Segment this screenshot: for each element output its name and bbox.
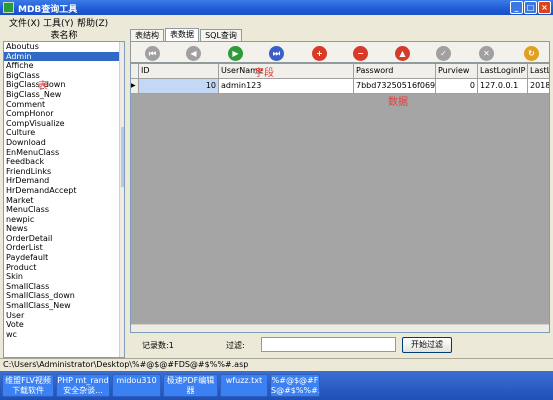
column-header-id[interactable]: ID	[139, 64, 219, 79]
table-list-item[interactable]: FriendLinks	[4, 167, 124, 177]
table-list[interactable]: Aboutus Admin Affiche BigClass BigClass_down…	[3, 41, 125, 358]
start-filter-button[interactable]: 开始过滤	[402, 337, 452, 353]
table-list-item[interactable]: EnMenuClass	[4, 148, 124, 158]
table-list-item[interactable]: SmallClass_New	[4, 301, 124, 311]
grid-cell[interactable]: 2018/2	[528, 79, 549, 94]
post-icon[interactable]: ✓	[436, 46, 451, 61]
table-list-item[interactable]: Product	[4, 263, 124, 273]
filter-label: 过滤:	[226, 341, 245, 350]
table-row[interactable]: ▶ 10 admin123 7bbd73250516f069 0 127.0.0.1 201…	[131, 79, 549, 94]
table-list-item[interactable]: Culture	[4, 128, 124, 138]
table-list-item[interactable]: SmallClass	[4, 282, 124, 292]
tab-structure[interactable]: 表结构	[130, 29, 164, 41]
grid-cell[interactable]: admin123	[219, 79, 354, 94]
data-grid[interactable]: ID UserName Password Purview LastLoginIP Last…	[130, 63, 550, 333]
table-list-item[interactable]: OrderDetail	[4, 234, 124, 244]
table-list-item[interactable]: newpic	[4, 215, 124, 225]
cancel-icon[interactable]: ✕	[479, 46, 494, 61]
edit-icon[interactable]: ▲	[395, 46, 410, 61]
next-icon[interactable]: ▶	[228, 46, 243, 61]
window-title: MDB查询工具	[18, 5, 78, 15]
taskbar-item[interactable]: 维盟FLV视频下载软件	[2, 374, 54, 397]
grid-cell[interactable]: 127.0.0.1	[478, 79, 528, 94]
list-scrollbar[interactable]	[119, 42, 124, 357]
grid-cell[interactable]: 7bbd73250516f069	[354, 79, 436, 94]
table-list-item[interactable]: Paydefault	[4, 253, 124, 263]
menu-bar: 文件(X) 工具(Y) 帮助(Z)	[0, 15, 553, 29]
table-list-item[interactable]: BigClass	[4, 71, 124, 81]
grid-cell[interactable]: 10	[139, 79, 219, 94]
table-list-item[interactable]: CompVisualize	[4, 119, 124, 129]
table-list-item[interactable]: MenuClass	[4, 205, 124, 215]
taskbar-item[interactable]: %#@$@#F S@#$%%#...	[270, 374, 320, 397]
refresh-icon[interactable]: ↻	[524, 46, 539, 61]
first-icon[interactable]: ⏮	[145, 46, 160, 61]
table-list-item[interactable]: Skin	[4, 272, 124, 282]
record-count: 记录数:1	[142, 341, 174, 350]
filter-input[interactable]	[261, 337, 396, 352]
table-list-item[interactable]: News	[4, 224, 124, 234]
grid-corner	[131, 64, 139, 79]
table-list-item[interactable]: BigClass_down	[4, 80, 124, 90]
table-list-item[interactable]: Admin	[4, 51, 124, 62]
table-list-header: 表名称	[50, 31, 78, 41]
table-list-item[interactable]: Feedback	[4, 157, 124, 167]
grid-cell[interactable]: 0	[436, 79, 478, 94]
table-list-item[interactable]: Vote	[4, 320, 124, 330]
last-icon[interactable]: ⏭	[269, 46, 284, 61]
table-list-item[interactable]: wc	[4, 330, 124, 340]
minimize-button[interactable]: _	[510, 1, 523, 14]
table-list-item[interactable]: User	[4, 311, 124, 321]
grid-horizontal-scrollbar[interactable]	[131, 324, 549, 332]
taskbar-item[interactable]: wfuzz.txt	[220, 374, 268, 397]
taskbar-item[interactable]: midou310	[112, 374, 161, 397]
annotation-data: 数据	[388, 97, 408, 108]
tab-data[interactable]: 表数据	[165, 28, 199, 41]
taskbar-item[interactable]: PHP mt_rand安全杂谈...	[56, 374, 110, 397]
record-toolbar: ⏮ ◀ ▶ ⏭ + − ▲ ✓ ✕ ↻	[130, 41, 550, 63]
column-header-password[interactable]: Password	[354, 64, 436, 79]
annotation-field: 字段	[254, 68, 274, 79]
grid-header-row: ID UserName Password Purview LastLoginIP Last…	[131, 64, 549, 79]
app-icon	[3, 2, 14, 13]
title-bar: MDB查询工具 _ □ ×	[0, 0, 553, 15]
taskbar: 维盟FLV视频下载软件 PHP mt_rand安全杂谈... midou310 极速P…	[0, 371, 553, 400]
prev-icon[interactable]: ◀	[186, 46, 201, 61]
table-list-item[interactable]: Comment	[4, 100, 124, 110]
column-header-username[interactable]: UserName	[219, 64, 354, 79]
maximize-button[interactable]: □	[524, 1, 537, 14]
annotation-table: 表	[38, 81, 48, 92]
close-button[interactable]: ×	[538, 1, 551, 14]
insert-icon[interactable]: +	[312, 46, 327, 61]
table-list-item[interactable]: Affiche	[4, 61, 124, 71]
table-list-item[interactable]: HrDemandAccept	[4, 186, 124, 196]
tab-sql[interactable]: SQL查询	[200, 29, 242, 41]
table-list-item[interactable]: Aboutus	[4, 42, 124, 52]
column-header-purview[interactable]: Purview	[436, 64, 478, 79]
table-list-item[interactable]: Market	[4, 196, 124, 206]
table-list-item[interactable]: BigClass_New	[4, 90, 124, 100]
table-list-item[interactable]: OrderList	[4, 243, 124, 253]
column-header-lastloginip[interactable]: LastLoginIP	[478, 64, 528, 79]
row-selector[interactable]: ▶	[131, 79, 139, 94]
filter-bar: 记录数:1 过滤: 开始过滤	[130, 333, 550, 357]
table-list-item[interactable]: Download	[4, 138, 124, 148]
delete-icon[interactable]: −	[353, 46, 368, 61]
table-list-item[interactable]: HrDemand	[4, 176, 124, 186]
column-header-lastlog[interactable]: LastLog	[528, 64, 549, 79]
taskbar-item[interactable]: 极速PDF编辑器	[163, 374, 218, 397]
table-list-item[interactable]: CompHonor	[4, 109, 124, 119]
file-path: C:\Users\Administrator\Desktop\%#@$@#FDS…	[0, 358, 553, 370]
table-list-item[interactable]: SmallClass_down	[4, 291, 124, 301]
